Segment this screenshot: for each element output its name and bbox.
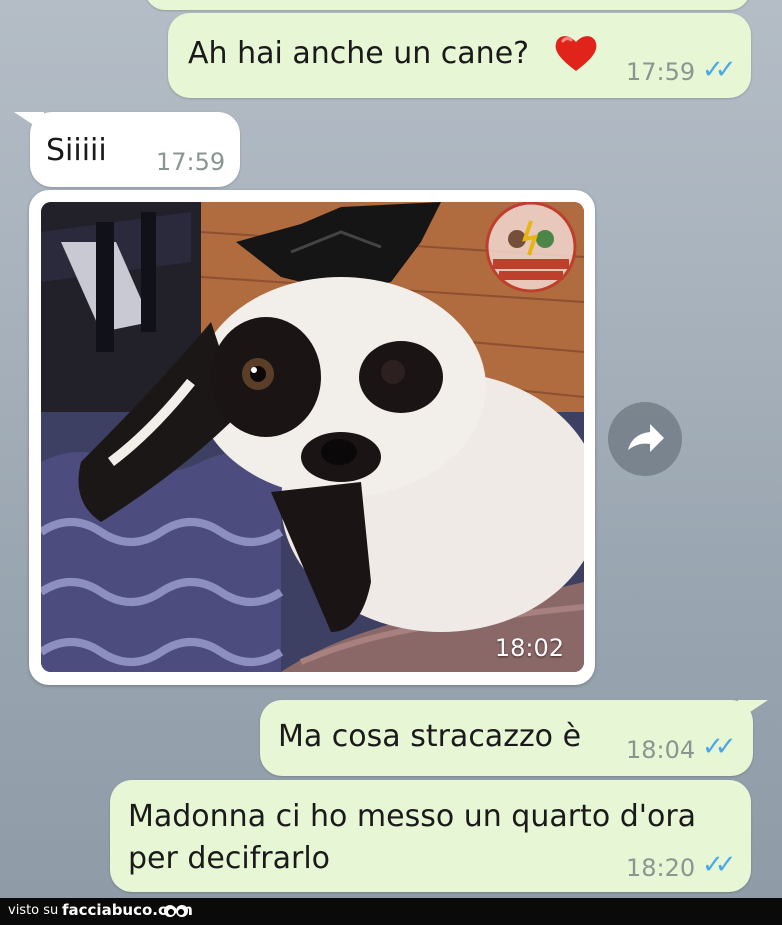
message-bubble-incoming[interactable]: Siiiii 17:59 [30, 112, 240, 187]
forward-button[interactable] [608, 402, 682, 476]
forward-arrow-icon [628, 424, 664, 452]
message-text: Ah hai anche un cane? [188, 36, 530, 71]
message-bubble-outgoing[interactable]: Ma cosa stracazzo è 18:04 ✓✓ [260, 700, 753, 776]
previous-message-bubble[interactable] [145, 0, 750, 10]
footer-prefix: visto su [8, 903, 59, 918]
dog-image [41, 202, 584, 672]
message-text: Siiiii [46, 133, 107, 168]
message-bubble-outgoing[interactable]: Madonna ci ho messo un quarto d'ora per … [110, 780, 751, 892]
photo-time: 18:02 [494, 634, 564, 662]
message-time: 17:59 [626, 58, 696, 86]
message-text-line: per decifrarlo [128, 841, 331, 876]
message-time: 17:59 [156, 148, 226, 176]
watermark-footer: visto su facciabuco.com [0, 898, 782, 925]
message-time: 18:20 [626, 854, 696, 882]
read-ticks-icon: ✓✓ [702, 850, 736, 880]
message-text-line: Madonna ci ho messo un quarto d'ora [128, 799, 697, 834]
watermark-logo [485, 202, 577, 293]
message-bubble-outgoing[interactable]: Ah hai anche un cane? 17:59 ✓✓ [168, 13, 751, 98]
photo-message[interactable]: 18:02 [29, 190, 595, 685]
read-ticks-icon: ✓✓ [702, 732, 736, 762]
heart-emoji-icon [555, 36, 597, 71]
eyes-icon [164, 905, 188, 917]
message-text: Ma cosa stracazzo è [278, 719, 582, 754]
dog-photo[interactable]: 18:02 [41, 202, 584, 672]
bubble-tail-icon [738, 700, 768, 720]
read-ticks-icon: ✓✓ [702, 55, 736, 85]
message-time: 18:04 [626, 736, 696, 764]
bubble-tail-icon [14, 112, 44, 132]
